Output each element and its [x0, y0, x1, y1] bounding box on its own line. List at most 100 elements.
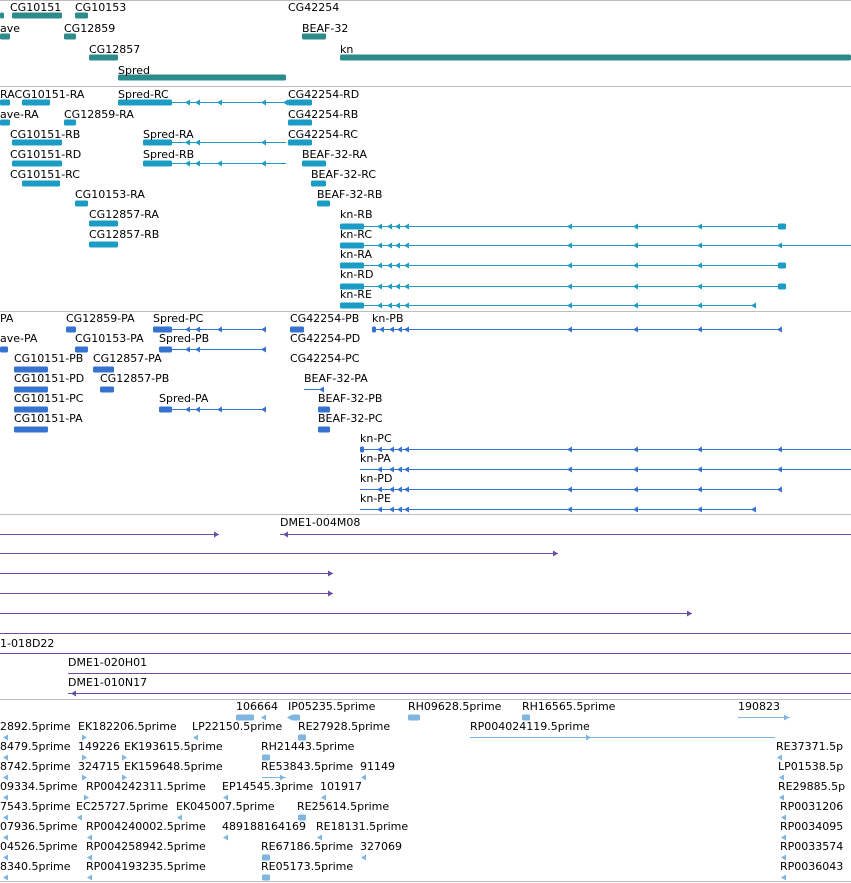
genome-browser-track-area[interactable]: CG10151 CG10153 CG42254 ave CG12859 BEAF-32 CG… [0, 0, 851, 883]
transcripts-r-feature-glyph[interactable] [12, 160, 62, 167]
transcripts-r-feature-label[interactable]: CG10151-RD [10, 149, 81, 161]
ests-feature-label[interactable]: RE27928.5prime [298, 721, 390, 733]
genes-feature-label[interactable]: CG10151 [10, 2, 61, 14]
genes-feature-label[interactable]: BEAF-32 [302, 23, 348, 35]
transcripts-p-feature-label[interactable]: CG12859-PA [66, 313, 135, 325]
transcripts-r-feature-label[interactable]: CG12857-RB [89, 229, 159, 241]
transcripts-p-feature-label[interactable]: PA [0, 313, 13, 325]
ests-feature-glyph[interactable] [361, 854, 366, 861]
ests-feature-label[interactable]: RP004242311.5prime [86, 781, 206, 793]
transcripts-p-feature-glyph[interactable] [360, 486, 782, 493]
transcripts-p-feature-label[interactable]: CG10151-PC [14, 393, 83, 405]
ests-feature-label[interactable]: RE29885.5p [778, 781, 845, 793]
transcripts-p-feature-glyph[interactable] [360, 466, 851, 473]
ests-feature-glyph[interactable] [262, 874, 270, 881]
transcripts-p-feature-label[interactable]: CG10153-PA [75, 333, 144, 345]
transcripts-r-feature-label[interactable]: CG42254-RB [288, 109, 358, 121]
ests-feature-label[interactable]: 8742.5prime [0, 761, 71, 773]
clones-feature-glyph[interactable] [0, 550, 558, 557]
clones-feature-glyph[interactable] [280, 531, 851, 538]
transcripts-p-feature-label[interactable]: kn-PC [360, 433, 392, 445]
transcripts-p-feature-label[interactable]: CG10151-PA [14, 413, 83, 425]
transcripts-r-feature-glyph[interactable] [340, 223, 786, 230]
ests-feature-label[interactable]: EK193615.5prime [124, 741, 223, 753]
transcripts-p-feature-label[interactable]: Spred-PB [159, 333, 209, 345]
ests-feature-label[interactable]: RP004240002.5prime [86, 821, 206, 833]
transcripts-r-feature-label[interactable]: BEAF-32-RA [302, 149, 367, 161]
ests-feature-label[interactable]: RP0034095 [780, 821, 843, 833]
ests-feature-label[interactable]: RP004193235.5prime [86, 861, 206, 873]
transcripts-r-feature-glyph[interactable] [340, 262, 786, 269]
clones-feature-label[interactable]: DME1-004M08 [280, 517, 360, 529]
transcripts-r-feature-label[interactable]: RACG10151-RA [0, 89, 84, 101]
genes-feature-label[interactable]: CG42254 [288, 2, 339, 14]
ests-feature-label[interactable]: EK045007.5prime [176, 801, 275, 813]
genes-feature-label[interactable]: ave [0, 23, 20, 35]
transcripts-r-feature-label[interactable]: Spred-RA [143, 129, 194, 141]
ests-feature-label[interactable]: RH16565.5prime [522, 701, 615, 713]
ests-feature-label[interactable]: RE67186.5prime [261, 841, 353, 853]
transcripts-r-feature-label[interactable]: CG12859-RA [64, 109, 134, 121]
ests-feature-glyph[interactable] [223, 834, 228, 841]
genes-feature-label[interactable]: Spred [118, 65, 150, 77]
genes-feature-label[interactable]: CG12857 [89, 44, 140, 56]
genes-feature-label[interactable]: kn [340, 44, 353, 56]
transcripts-r-feature-glyph[interactable] [340, 242, 851, 249]
transcripts-p-feature-label[interactable]: ave-PA [0, 333, 37, 345]
transcripts-r-feature-label[interactable]: ave-RA [0, 109, 39, 121]
transcripts-p-feature-label[interactable]: kn-PD [360, 473, 392, 485]
ests-feature-label[interactable]: LP22150.5prime [192, 721, 282, 733]
transcripts-r-feature-label[interactable]: BEAF-32-RB [317, 189, 382, 201]
transcripts-r-feature-label[interactable]: CG42254-RC [288, 129, 358, 141]
ests-feature-label[interactable]: IP05235.5prime [288, 701, 375, 713]
genes-feature-glyph[interactable] [340, 54, 851, 61]
ests-feature-glyph[interactable] [87, 874, 92, 881]
ests-feature-label[interactable]: 101917 [320, 781, 362, 793]
ests-feature-label[interactable]: 106664 [236, 701, 278, 713]
transcripts-p-feature-label[interactable]: CG10151-PB [14, 353, 83, 365]
clones-feature-label[interactable]: DME1-020H01 [68, 657, 147, 669]
transcripts-p-feature-glyph[interactable] [318, 426, 330, 433]
transcripts-p-feature-glyph[interactable] [159, 346, 266, 353]
ests-feature-label[interactable]: 91149 [360, 761, 395, 773]
ests-feature-label[interactable]: RP0031206 [780, 801, 843, 813]
clones-feature-glyph[interactable] [0, 590, 333, 597]
transcripts-r-feature-glyph[interactable] [340, 302, 756, 309]
ests-feature-label[interactable]: 190823 [738, 701, 780, 713]
ests-feature-label[interactable]: RE37371.5p [776, 741, 843, 753]
ests-feature-label[interactable]: EP14545.3prime [222, 781, 313, 793]
transcripts-r-feature-label[interactable]: kn-RB [340, 209, 373, 221]
clones-feature-glyph[interactable] [0, 610, 692, 617]
ests-feature-glyph[interactable] [738, 714, 790, 721]
transcripts-r-feature-glyph[interactable] [340, 283, 786, 290]
transcripts-r-feature-glyph[interactable] [143, 160, 286, 167]
transcripts-p-feature-label[interactable]: CG12857-PB [100, 373, 169, 385]
ests-feature-label[interactable]: 324715 [78, 761, 120, 773]
transcripts-p-feature-label[interactable]: kn-PB [372, 313, 404, 325]
clones-feature-label[interactable]: DME1-010N17 [68, 677, 147, 689]
transcripts-r-feature-label[interactable]: CG10151-RC [10, 169, 80, 181]
ests-feature-label[interactable]: 8479.5prime [0, 741, 71, 753]
ests-feature-label[interactable]: 489188164169 [222, 821, 306, 833]
transcripts-r-feature-label[interactable]: CG42254-RD [288, 89, 359, 101]
transcripts-p-feature-label[interactable]: CG10151-PD [14, 373, 84, 385]
ests-feature-label[interactable]: RP0033574 [780, 841, 843, 853]
ests-feature-label[interactable]: LP01538.5p [778, 761, 843, 773]
ests-feature-label[interactable]: 7543.5prime [0, 801, 71, 813]
clones-feature-glyph[interactable] [0, 531, 219, 538]
transcripts-r-feature-glyph[interactable] [311, 180, 326, 187]
transcripts-r-feature-label[interactable]: kn-RA [340, 249, 372, 261]
transcripts-r-feature-label[interactable]: Spred-RB [143, 149, 194, 161]
transcripts-r-feature-glyph[interactable] [22, 180, 60, 187]
ests-feature-label[interactable]: 09334.5prime [0, 781, 78, 793]
ests-feature-glyph[interactable] [408, 714, 420, 721]
transcripts-p-feature-label[interactable]: Spred-PC [153, 313, 203, 325]
transcripts-r-feature-label[interactable]: CG12857-RA [89, 209, 159, 221]
transcripts-r-feature-label[interactable]: BEAF-32-RC [311, 169, 376, 181]
ests-feature-label[interactable]: RP004258942.5prime [86, 841, 206, 853]
transcripts-p-feature-glyph[interactable] [159, 406, 266, 413]
ests-feature-label[interactable]: 149226 [78, 741, 120, 753]
ests-feature-label[interactable]: RE18131.5prime [316, 821, 408, 833]
transcripts-r-feature-label[interactable]: Spred-RC [118, 89, 169, 101]
transcripts-r-feature-glyph[interactable] [75, 200, 88, 207]
